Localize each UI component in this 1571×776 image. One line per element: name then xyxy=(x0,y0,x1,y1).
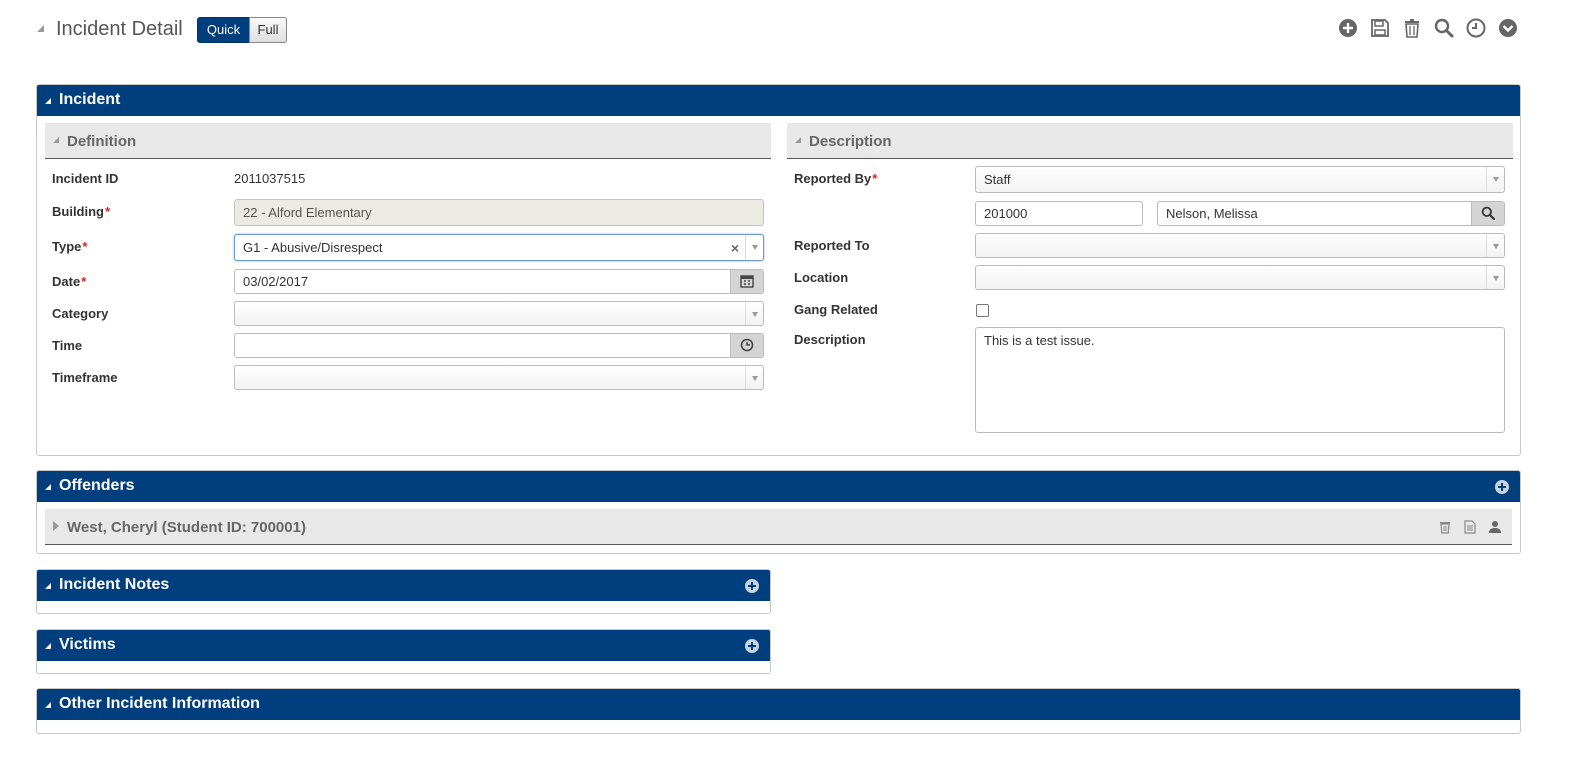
document-icon[interactable] xyxy=(1463,520,1477,534)
reported-by-select-value: Staff xyxy=(984,172,1011,187)
chevron-down-circle-icon[interactable] xyxy=(1498,18,1518,38)
definition-section-header[interactable]: Definition xyxy=(45,123,771,159)
date-label: Date* xyxy=(52,274,86,289)
building-label: Building* xyxy=(52,204,110,219)
staff-id-input[interactable]: 201000 xyxy=(975,201,1143,226)
category-select[interactable] xyxy=(234,301,764,326)
dropdown-arrow-icon[interactable] xyxy=(1486,266,1504,289)
offenders-panel-header[interactable]: Offenders xyxy=(37,471,1520,502)
other-info-panel-header[interactable]: Other Incident Information xyxy=(37,689,1520,720)
clear-icon[interactable]: × xyxy=(731,236,739,260)
incident-notes-panel-title: Incident Notes xyxy=(59,576,170,593)
type-select-value: G1 - Abusive/Disrespect xyxy=(243,240,383,255)
expand-icon[interactable] xyxy=(53,521,59,531)
description-section-header[interactable]: Description xyxy=(787,123,1513,159)
staff-search-button[interactable] xyxy=(1471,202,1504,225)
dropdown-arrow-icon[interactable] xyxy=(745,235,763,260)
offender-name: West, Cheryl (Student ID: 700001) xyxy=(67,519,306,536)
person-icon[interactable] xyxy=(1488,520,1502,534)
offenders-panel-title: Offenders xyxy=(59,477,135,494)
description-section-title: Description xyxy=(809,133,892,150)
date-input-value: 03/02/2017 xyxy=(243,274,309,289)
victims-panel-title: Victims xyxy=(59,636,116,653)
dropdown-arrow-icon[interactable] xyxy=(745,302,763,325)
incident-panel: Incident Definition Incident ID 20110375… xyxy=(36,84,1521,456)
reported-by-select[interactable]: Staff xyxy=(975,166,1505,193)
collapse-icon[interactable] xyxy=(45,702,51,708)
incident-id-label: Incident ID xyxy=(52,171,119,186)
collapse-icon[interactable] xyxy=(795,137,801,143)
incident-id-value: 2011037515 xyxy=(234,171,306,186)
gang-related-checkbox[interactable] xyxy=(976,304,989,317)
date-label-text: Date xyxy=(52,274,81,289)
search-icon[interactable] xyxy=(1434,18,1454,38)
clock-icon xyxy=(740,338,754,352)
calendar-icon xyxy=(740,275,754,288)
collapse-icon[interactable] xyxy=(53,137,59,143)
time-picker-button[interactable] xyxy=(730,334,763,357)
type-label: Type* xyxy=(52,239,87,254)
history-clock-icon[interactable] xyxy=(1466,18,1486,38)
collapse-icon[interactable] xyxy=(45,484,51,490)
offender-row[interactable]: West, Cheryl (Student ID: 700001) xyxy=(45,509,1512,545)
type-label-text: Type xyxy=(52,239,82,254)
add-victim-icon[interactable] xyxy=(744,638,760,654)
required-marker: * xyxy=(81,274,87,289)
victims-panel: Victims xyxy=(36,629,771,674)
full-view-button[interactable]: Full xyxy=(249,17,287,43)
required-marker: * xyxy=(105,204,111,219)
staff-name-input[interactable]: Nelson, Melissa xyxy=(1157,201,1505,226)
date-input[interactable]: 03/02/2017 xyxy=(234,269,764,294)
page-header: Incident Detail Quick Full xyxy=(0,0,1571,60)
quick-view-button[interactable]: Quick xyxy=(197,17,250,43)
add-circle-icon[interactable] xyxy=(1338,18,1358,38)
add-note-icon[interactable] xyxy=(744,578,760,594)
timeframe-select[interactable] xyxy=(234,365,764,390)
location-label: Location xyxy=(794,270,849,285)
staff-name-value: Nelson, Melissa xyxy=(1166,206,1258,221)
save-icon[interactable] xyxy=(1370,18,1390,38)
required-marker: * xyxy=(872,171,878,186)
search-icon xyxy=(1481,206,1495,220)
required-marker: * xyxy=(82,239,88,254)
delete-offender-icon[interactable] xyxy=(1438,520,1452,534)
reported-to-label: Reported To xyxy=(794,238,870,253)
description-textarea[interactable]: This is a test issue. xyxy=(975,327,1505,433)
building-field: 22 - Alford Elementary xyxy=(234,199,764,226)
reported-to-select[interactable] xyxy=(975,233,1505,258)
incident-notes-panel-header[interactable]: Incident Notes xyxy=(37,570,770,601)
collapse-icon[interactable] xyxy=(45,643,51,649)
category-label: Category xyxy=(52,306,109,321)
reported-by-label-text: Reported By xyxy=(794,171,872,186)
other-info-panel: Other Incident Information xyxy=(36,688,1521,734)
page-title: Incident Detail xyxy=(56,18,183,40)
collapse-icon[interactable] xyxy=(45,98,51,104)
dropdown-arrow-icon[interactable] xyxy=(1486,234,1504,257)
collapse-page-icon[interactable] xyxy=(37,25,44,32)
building-label-text: Building xyxy=(52,204,104,219)
incident-panel-title: Incident xyxy=(59,91,121,108)
incident-notes-panel: Incident Notes xyxy=(36,569,771,614)
type-select[interactable]: G1 - Abusive/Disrespect × xyxy=(234,234,764,261)
gang-related-label: Gang Related xyxy=(794,302,878,317)
time-input[interactable] xyxy=(234,333,764,358)
other-info-panel-title: Other Incident Information xyxy=(59,695,260,712)
dropdown-arrow-icon[interactable] xyxy=(745,366,763,389)
offenders-panel: Offenders West, Cheryl (Student ID: 7000… xyxy=(36,470,1521,554)
dropdown-arrow-icon[interactable] xyxy=(1486,167,1504,192)
calendar-button[interactable] xyxy=(730,270,763,293)
location-select[interactable] xyxy=(975,265,1505,290)
definition-section-title: Definition xyxy=(67,133,137,150)
victims-panel-header[interactable]: Victims xyxy=(37,630,770,661)
add-offender-icon[interactable] xyxy=(1494,479,1510,495)
collapse-icon[interactable] xyxy=(45,583,51,589)
trash-icon[interactable] xyxy=(1402,18,1422,38)
description-label: Description xyxy=(794,332,866,347)
time-label: Time xyxy=(52,338,83,353)
reported-by-label: Reported By* xyxy=(794,171,877,186)
incident-panel-header[interactable]: Incident xyxy=(37,85,1520,116)
timeframe-label: Timeframe xyxy=(52,370,118,385)
